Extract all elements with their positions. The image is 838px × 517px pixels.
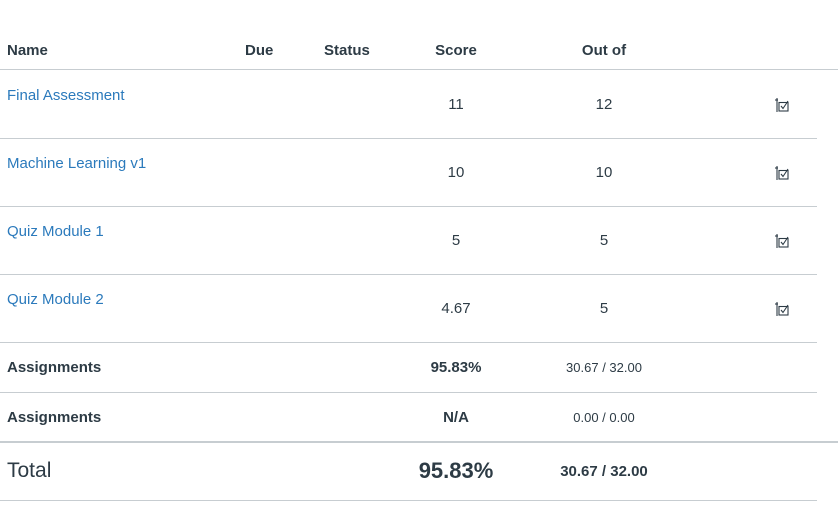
- table-header: Name Due Status Score Out of: [0, 32, 838, 70]
- group-points: 0.00 / 0.00: [573, 410, 635, 425]
- rubric-icon[interactable]: [773, 233, 791, 249]
- rubric-icon[interactable]: [773, 165, 791, 181]
- column-header-status[interactable]: Status: [324, 42, 370, 59]
- assignment-link-quiz-module-2[interactable]: Quiz Module 2: [7, 291, 104, 308]
- column-header-out-of[interactable]: Out of: [564, 42, 644, 59]
- assignment-score: 5: [451, 232, 461, 249]
- assignment-out-of: 5: [599, 300, 609, 317]
- column-header-score[interactable]: Score: [416, 42, 496, 59]
- group-total-row: Assignments 95.83% 30.67 / 32.00: [0, 343, 817, 393]
- assignment-out-of: 5: [599, 232, 609, 249]
- table-row: Quiz Module 1 5 5: [0, 207, 817, 275]
- final-total-row: Total 95.83% 30.67 / 32.00: [0, 441, 838, 501]
- group-score: N/A: [443, 409, 469, 426]
- total-points: 30.67 / 32.00: [560, 463, 648, 480]
- assignment-out-of: 12: [595, 96, 613, 113]
- assignment-score: 4.67: [441, 300, 471, 317]
- total-label: Total: [7, 459, 52, 482]
- table-row: Machine Learning v1 10 10: [0, 139, 817, 207]
- assignment-link-quiz-module-1[interactable]: Quiz Module 1: [7, 223, 104, 240]
- column-header-name[interactable]: Name: [7, 42, 48, 59]
- group-total-row: Assignments N/A 0.00 / 0.00: [0, 393, 817, 443]
- table-row: Quiz Module 2 4.67 5: [0, 275, 817, 343]
- group-points: 30.67 / 32.00: [566, 360, 642, 375]
- assignment-out-of: 10: [595, 164, 613, 181]
- assignment-link-machine-learning-v1[interactable]: Machine Learning v1: [7, 155, 146, 172]
- total-score: 95.83%: [418, 458, 494, 483]
- rubric-icon[interactable]: [773, 301, 791, 317]
- group-name: Assignments: [7, 409, 102, 426]
- group-name: Assignments: [7, 359, 102, 376]
- table-row: Final Assessment 11 12: [0, 71, 817, 139]
- assignment-link-final-assessment[interactable]: Final Assessment: [7, 87, 125, 104]
- assignment-score: 10: [447, 164, 465, 181]
- divider: [0, 500, 817, 501]
- group-score: 95.83%: [430, 359, 482, 376]
- assignment-score: 11: [448, 96, 464, 113]
- rubric-icon[interactable]: [773, 97, 791, 113]
- column-header-due[interactable]: Due: [245, 42, 273, 59]
